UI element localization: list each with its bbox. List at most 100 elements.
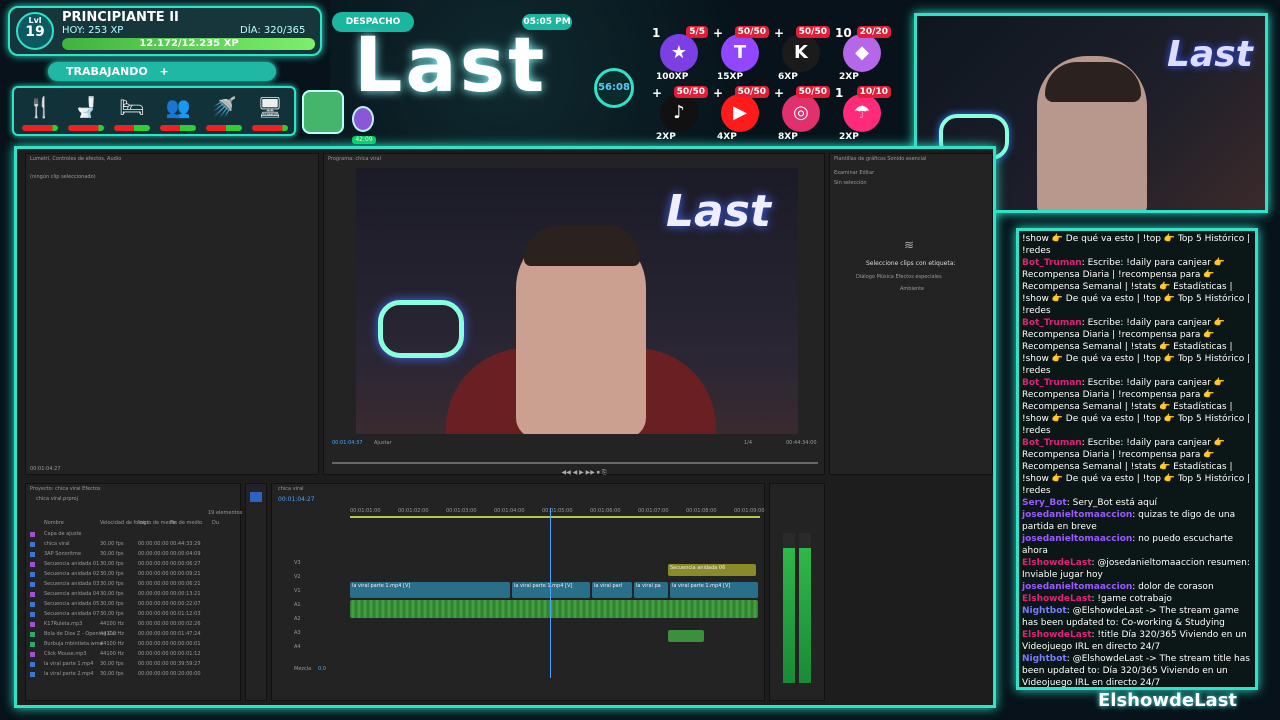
toilet-icon: 🚽 <box>73 95 99 119</box>
chat-username[interactable]: josedanieltomaaccion <box>1022 534 1132 544</box>
project-cell: 44100 Hz <box>100 641 124 647</box>
chat-message: josedanieltomaaccion: dolor de corason <box>1022 581 1252 593</box>
project-cell: 00:00:00:00 <box>138 631 169 637</box>
project-row[interactable]: Secuencia anidada 03 30,00 fps 00:00:00:00… <box>30 580 240 590</box>
project-cell: 00:00:00:00 <box>138 601 169 607</box>
track-label[interactable]: V2 <box>294 574 301 580</box>
duration-timecode: 00:44:34:00 <box>786 440 817 446</box>
project-cell: 00:00:02:26 <box>170 621 201 627</box>
ruler-tick: 00:01:02:00 <box>398 508 429 514</box>
chat-username[interactable]: Bot_Truman <box>1022 258 1082 268</box>
chat-username[interactable]: Bot_Truman <box>1022 378 1082 388</box>
nested-sequence-clip[interactable]: Secuencia anidada 06 <box>668 564 756 576</box>
project-row[interactable]: Secuencia anidada 07 30,00 fps 00:00:00:00… <box>30 610 240 620</box>
project-cell: 00:01:47:24 <box>170 631 201 637</box>
project-row[interactable]: Secuencia anidada 05 30,00 fps 00:00:00:00… <box>30 600 240 610</box>
chat-username[interactable]: ElshowdeLast <box>1022 558 1092 568</box>
project-row[interactable]: Bola de Dios Z - Opening Cut 44100 Hz 00:0… <box>30 630 240 640</box>
video-clip[interactable]: la viral parte 1.mp4 [V] <box>670 582 758 598</box>
scrub-bar[interactable] <box>332 462 818 464</box>
label-swatch <box>30 652 35 657</box>
project-cell: 00:00:06:21 <box>170 581 201 587</box>
gamepad-neon-icon <box>378 300 464 358</box>
essential-sound-panel: Plantillas de gráficos Sonido esencial E… <box>829 153 993 475</box>
project-cell: Secuencia anidada 02 <box>44 571 100 577</box>
chat-username[interactable]: Sery_Bot <box>1022 498 1067 508</box>
goal-plus: + <box>652 86 663 100</box>
chat-username[interactable]: ElshowdeLast <box>1022 594 1092 604</box>
chat-username[interactable]: Nightbot <box>1022 606 1067 616</box>
panel-tabs[interactable]: Plantillas de gráficos Sonido esencial <box>834 156 926 162</box>
transport-controls[interactable]: ◀◀ ◀ ▶ ▶▶ ⏹ ⎘ <box>504 470 664 476</box>
chat-username[interactable]: Nightbot <box>1022 654 1067 664</box>
select-tag-label: Seleccione clips con etiqueta: <box>866 260 956 267</box>
panel-tabs[interactable]: Lumetri, Controles de efectos, Audio <box>30 156 121 162</box>
column-header[interactable]: Nombre <box>44 520 64 526</box>
project-row[interactable]: 3AP Sonoritme 30,00 fps 00:00:00:00 00:00:0… <box>30 550 240 560</box>
project-row[interactable]: Burbuja mbintieta.wma 44100 Hz 00:00:00:00… <box>30 640 240 650</box>
project-cell: 00:00:00:00 <box>138 581 169 587</box>
program-monitor: Programa: chica viral Last 00:01:04:37 A… <box>323 153 825 476</box>
selection-tool-icon[interactable] <box>250 492 262 502</box>
time-ruler[interactable]: 00:01:01:00 00:01:02:00 00:01:03:00 00:01:0… <box>350 508 765 516</box>
project-row[interactable]: Click Mouse.mp3 44100 Hz 00:00:00:00 00:00:… <box>30 650 240 660</box>
track-label[interactable]: A1 <box>294 602 301 608</box>
project-row[interactable]: Secuencia anidada 04 30,00 fps 00:00:00:00… <box>30 590 240 600</box>
work-area-bar[interactable] <box>350 516 760 518</box>
project-row[interactable]: Secuencia anidada 01 30,00 fps 00:00:00:00… <box>30 560 240 570</box>
project-row[interactable]: la viral parte 1.mp4 30,00 fps 00:00:00:00… <box>30 660 240 670</box>
ruler-tick: 00:01:04:00 <box>494 508 525 514</box>
video-clip[interactable]: la viral parl <box>592 582 632 598</box>
column-header[interactable]: Du <box>212 520 219 526</box>
fit-select[interactable]: Ajustar <box>374 440 392 446</box>
project-row[interactable]: chica viral 30,00 fps 00:00:00:00 00:44:33:… <box>30 540 240 550</box>
ambient-tag[interactable]: Ambiente <box>900 286 924 292</box>
chat-username[interactable]: Bot_Truman <box>1022 438 1082 448</box>
audio-clip-small[interactable] <box>668 630 704 642</box>
video-clip[interactable]: la viral parte 1.mp4 [V] <box>350 582 510 598</box>
chat-username[interactable]: Bot_Truman <box>1022 318 1082 328</box>
project-panel: Proyecto: chica viral Efectos chica vira… <box>25 483 242 701</box>
chat-username[interactable]: josedanieltomaaccion <box>1022 582 1132 592</box>
streamer-hair <box>524 226 640 266</box>
social-icon: 👥 <box>165 95 191 119</box>
goal-xp: 8XP <box>778 132 798 142</box>
project-row[interactable]: K17Ruleta.mp3 44100 Hz 00:00:00:00 00:00:02… <box>30 620 240 630</box>
sub-tabs[interactable]: Examinar Editar <box>834 170 874 176</box>
audio-meters <box>769 483 825 701</box>
project-row[interactable]: la viral parte 2.mp4 30,00 fps 00:00:00:00… <box>30 670 240 680</box>
video-clip[interactable]: la viral pa <box>634 582 668 598</box>
audio-clip[interactable] <box>350 600 758 618</box>
goal-instagram: + ◎ 50/50 8XP <box>774 86 830 144</box>
chat-username[interactable]: ElshowdeLast <box>1022 630 1092 640</box>
tag-buttons[interactable]: Diálogo Música Efectos especiales <box>856 274 942 280</box>
ruler-tick: 00:01:01:00 <box>350 508 381 514</box>
chat-username[interactable]: josedanieltomaaccion <box>1022 510 1132 520</box>
quality-select[interactable]: 1/4 <box>744 440 752 446</box>
project-cell: 00:00:00:00 <box>138 561 169 567</box>
label-swatch <box>30 532 35 537</box>
timeline-tab[interactable]: chica viral <box>278 486 304 492</box>
mix-value[interactable]: 0,0 <box>318 666 326 672</box>
project-cell: Secuencia anidada 04 <box>44 591 100 597</box>
column-header[interactable]: Fin de medio <box>170 520 202 526</box>
project-cell: Secuencia anidada 07 <box>44 611 100 617</box>
track-label[interactable]: V1 <box>294 588 301 594</box>
playhead[interactable] <box>550 508 551 678</box>
clip-label: la viral parl <box>594 583 623 589</box>
ruler-tick: 00:01:07:00 <box>638 508 669 514</box>
track-label[interactable]: A4 <box>294 644 301 650</box>
project-row[interactable]: Capa de ajuste <box>30 530 240 540</box>
project-cell: 30,00 fps <box>100 581 124 587</box>
chat-text: : dolor de corason <box>1132 582 1214 592</box>
track-label[interactable]: A3 <box>294 630 301 636</box>
project-row[interactable]: Secuencia anidada 02 30,00 fps 00:00:00:00… <box>30 570 240 580</box>
track-label[interactable]: A2 <box>294 616 301 622</box>
project-tabs[interactable]: Proyecto: chica viral Efectos <box>30 486 101 492</box>
clip-label: Secuencia anidada 06 <box>670 565 726 571</box>
track-label[interactable]: V3 <box>294 560 301 566</box>
goal-crystal: 10 ◆ 20/20 2XP <box>835 26 891 84</box>
project-cell: Secuencia anidada 05 <box>44 601 100 607</box>
shower-icon: 🚿 <box>211 95 237 119</box>
video-clip[interactable]: la viral parte 1.mp4 [V] <box>512 582 590 598</box>
